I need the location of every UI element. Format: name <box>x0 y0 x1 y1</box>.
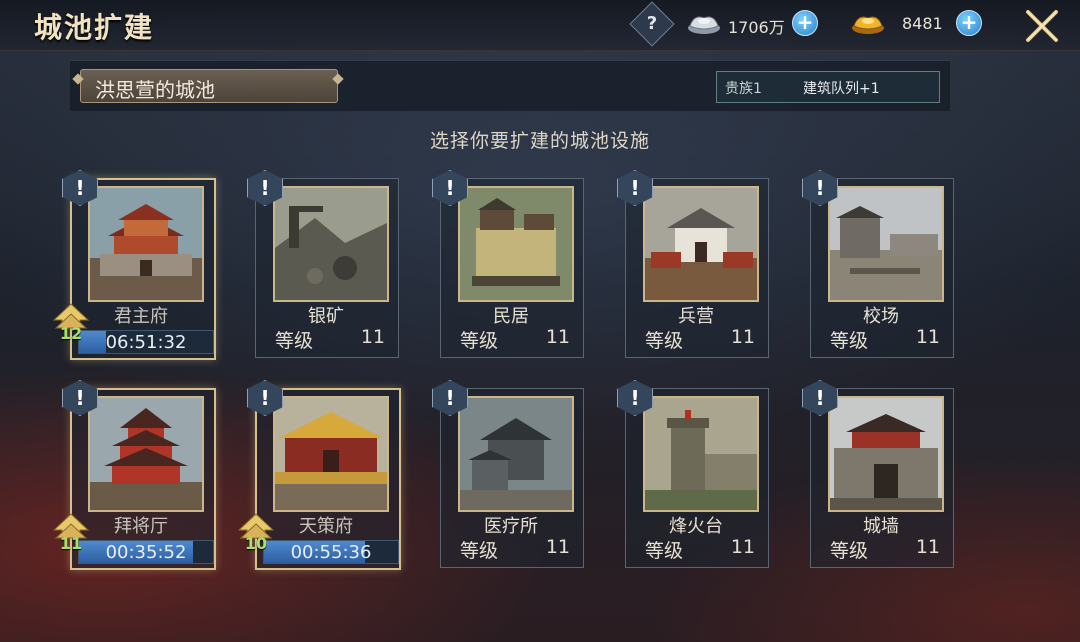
city-header-panel: 洪思萱的城池 贵族1 建筑队列+1 <box>70 60 950 111</box>
alert-label: ! <box>445 386 455 410</box>
level-label: 等级 <box>830 540 869 562</box>
building-level: 11 <box>545 326 570 348</box>
level-label: 等级 <box>460 540 499 562</box>
building-card[interactable]: ! 天策府 00:55:36 10 <box>237 380 401 570</box>
building-card[interactable]: ! 君主府 06:51:32 12 <box>52 170 216 360</box>
upgrade-progress-bar: 00:35:52 <box>78 540 214 564</box>
city-name-field[interactable]: 洪思萱的城池 <box>80 69 338 103</box>
silver-amount: 1706万 <box>728 18 785 37</box>
alert-label: ! <box>260 386 270 410</box>
building-name: 银矿 <box>308 306 344 327</box>
level-label: 等级 <box>645 330 684 352</box>
page-title: 城池扩建 <box>34 11 155 44</box>
residence-image <box>458 186 574 302</box>
alert-label: ! <box>445 176 455 200</box>
alert-label: ! <box>75 386 85 410</box>
building-name: 君主府 <box>114 306 168 327</box>
building-level: 11 <box>730 326 755 348</box>
building-level: 11 <box>59 534 83 553</box>
help-button[interactable]: ? <box>629 1 675 47</box>
building-name: 民居 <box>493 306 529 327</box>
building-level: 11 <box>915 536 940 558</box>
instruction-text: 选择你要扩建的城池设施 <box>429 130 650 152</box>
gold-ingot-icon <box>852 16 884 34</box>
building-name: 校场 <box>863 306 899 327</box>
alert-label: ! <box>260 176 270 200</box>
noble-level: 贵族1 <box>725 81 762 97</box>
building-name: 兵营 <box>678 306 714 327</box>
building-card[interactable]: ! 拜将厅 00:35:52 11 <box>52 380 216 570</box>
upgrade-timer: 00:55:36 <box>290 542 372 563</box>
alert-label: ! <box>75 176 85 200</box>
infirmary-image <box>458 396 574 512</box>
barracks-image <box>643 186 759 302</box>
beacon-tower-image <box>643 396 759 512</box>
building-card[interactable]: ! 兵营等级 11 <box>617 170 769 358</box>
help-icon: ? <box>646 13 658 34</box>
building-level: 11 <box>730 536 755 558</box>
building-level: 11 <box>360 326 385 348</box>
alert-label: ! <box>630 386 640 410</box>
training-ground-image <box>828 186 944 302</box>
building-level: 12 <box>59 324 83 343</box>
upgrade-progress-bar: 00:55:36 <box>263 540 399 564</box>
tiance-mansion-image <box>273 396 389 512</box>
building-level: 11 <box>545 536 570 558</box>
upgrade-timer: 06:51:32 <box>105 332 187 353</box>
building-card[interactable]: ! 烽火台等级 11 <box>617 380 769 568</box>
alert-label: ! <box>815 386 825 410</box>
level-label: 等级 <box>830 330 869 352</box>
level-label: 等级 <box>645 540 684 562</box>
noble-bonus: 建筑队列+1 <box>803 81 880 97</box>
building-card[interactable]: ! 银矿等级 11 <box>247 170 399 358</box>
level-label: 等级 <box>460 330 499 352</box>
alert-label: ! <box>815 176 825 200</box>
gold-amount: 8481 <box>902 14 943 33</box>
noble-info-box[interactable]: 贵族1 建筑队列+1 <box>716 71 940 103</box>
close-icon[interactable] <box>1022 6 1062 46</box>
general-hall-image <box>88 396 204 512</box>
building-card[interactable]: ! 校场等级 11 <box>802 170 954 358</box>
building-name: 拜将厅 <box>114 516 168 537</box>
city-wall-image <box>828 396 944 512</box>
add-gold-button[interactable]: + <box>956 10 982 36</box>
level-label: 等级 <box>275 330 314 352</box>
alert-label: ! <box>630 176 640 200</box>
top-bar: 城池扩建 ? 1706万 + 8481 + <box>0 0 1080 51</box>
building-name: 医疗所 <box>484 516 538 537</box>
building-name: 烽火台 <box>669 516 723 537</box>
add-silver-button[interactable]: + <box>792 10 818 36</box>
building-level: 11 <box>915 326 940 348</box>
building-name: 天策府 <box>299 516 353 537</box>
building-name: 城墙 <box>863 516 899 537</box>
upgrade-timer: 00:35:52 <box>105 542 187 563</box>
silver-mine-image <box>273 186 389 302</box>
building-card[interactable]: ! 城墙等级 11 <box>802 380 954 568</box>
city-name: 洪思萱的城池 <box>95 78 215 102</box>
building-card[interactable]: ! 医疗所等级 11 <box>432 380 584 568</box>
building-level: 10 <box>244 534 268 553</box>
silver-ingot-icon <box>688 16 720 34</box>
palace-image <box>88 186 204 302</box>
building-card[interactable]: ! 民居等级 11 <box>432 170 584 358</box>
upgrade-progress-bar: 06:51:32 <box>78 330 214 354</box>
